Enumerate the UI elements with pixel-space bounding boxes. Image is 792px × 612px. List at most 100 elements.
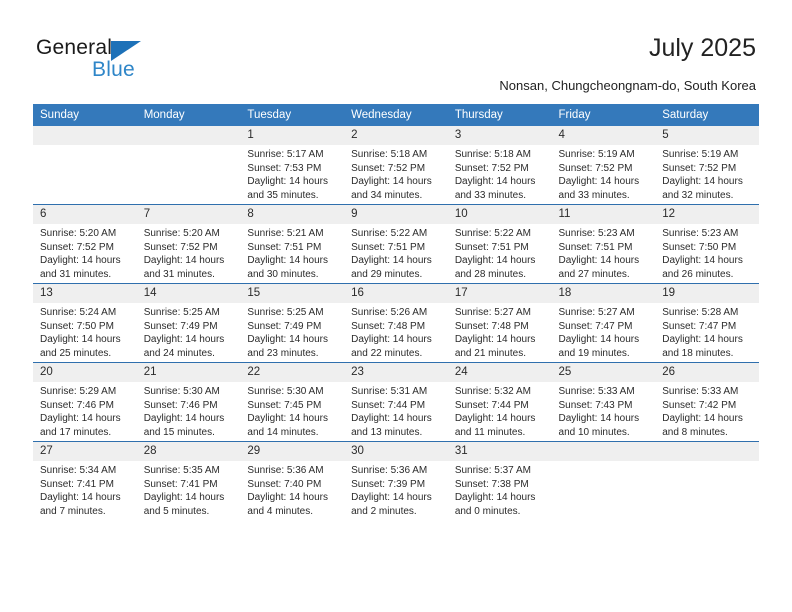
sunset-text: Sunset: 7:48 PM [351,320,426,332]
sunset-text: Sunset: 7:47 PM [558,320,633,332]
day-number [136,126,241,145]
logo-text-general: General [36,36,113,59]
sunrise-text: Sunrise: 5:25 AM [247,307,324,318]
day-number: 12 [655,205,759,224]
weekday-header-saturday: Saturday [655,104,759,126]
sunset-text: Sunset: 7:44 PM [351,399,426,411]
weekday-header-monday: Monday [136,104,241,126]
sunset-text: Sunset: 7:41 PM [143,478,218,490]
calendar-day-cell[interactable]: 7 Sunrise: 5:20 AM Sunset: 7:52 PM Daylight… [136,204,241,284]
calendar-day-cell[interactable]: 29 Sunrise: 5:36 AM Sunset: 7:40 PM Dayligh… [240,441,345,520]
sunset-text: Sunset: 7:50 PM [40,320,114,332]
day-number: 29 [240,442,345,461]
calendar-day-cell[interactable]: 22 Sunrise: 5:30 AM Sunset: 7:45 PM Dayligh… [240,362,345,442]
sunset-text: Sunset: 7:46 PM [143,399,218,411]
calendar-week-row: 6 Sunrise: 5:20 AM Sunset: 7:52 PM Daylight… [33,204,759,284]
calendar-day-cell[interactable]: 5 Sunrise: 5:19 AM Sunset: 7:52 PM Daylight… [655,126,759,205]
sunrise-text: Sunrise: 5:28 AM [662,307,739,318]
day-details: Sunrise: 5:34 AM Sunset: 7:41 PM Daylight:… [33,461,137,518]
sunset-text: Sunset: 7:52 PM [454,162,529,174]
day-number: 5 [655,126,759,145]
sunrise-text: Sunrise: 5:20 AM [143,228,220,239]
sunrise-text: Sunrise: 5:26 AM [351,307,428,318]
day-details: Sunrise: 5:17 AM Sunset: 7:53 PM Daylight:… [240,145,344,202]
day-number: 4 [551,126,656,145]
sunrise-text: Sunrise: 5:18 AM [454,149,531,160]
sunrise-text: Sunrise: 5:22 AM [454,228,531,239]
sunset-text: Sunset: 7:48 PM [454,320,529,332]
sunset-text: Sunset: 7:45 PM [247,399,322,411]
calendar-day-cell[interactable]: 18 Sunrise: 5:27 AM Sunset: 7:47 PM Dayligh… [551,283,656,363]
day-number [33,126,137,145]
sunset-text: Sunset: 7:51 PM [247,241,322,253]
calendar-day-cell[interactable]: 11 Sunrise: 5:23 AM Sunset: 7:51 PM Dayligh… [551,204,656,284]
calendar-day-cell[interactable]: 8 Sunrise: 5:21 AM Sunset: 7:51 PM Daylight… [240,204,345,284]
sunrise-text: Sunrise: 5:35 AM [143,465,220,476]
weekday-header-sunday: Sunday [33,104,137,126]
daylight-text: Daylight: 14 hours and 7 minutes. [40,492,121,517]
calendar-day-cell[interactable]: 23 Sunrise: 5:31 AM Sunset: 7:44 PM Dayligh… [344,362,448,442]
day-details: Sunrise: 5:19 AM Sunset: 7:52 PM Daylight:… [655,145,759,202]
day-details: Sunrise: 5:37 AM Sunset: 7:38 PM Daylight:… [448,461,552,518]
sunrise-text: Sunrise: 5:36 AM [247,465,324,476]
daylight-text: Daylight: 14 hours and 33 minutes. [558,176,640,201]
calendar-day-cell[interactable]: 26 Sunrise: 5:33 AM Sunset: 7:42 PM Dayligh… [655,362,759,442]
calendar-day-cell[interactable]: 16 Sunrise: 5:26 AM Sunset: 7:48 PM Dayligh… [344,283,448,363]
day-details: Sunrise: 5:30 AM Sunset: 7:46 PM Daylight:… [137,382,241,439]
calendar-day-cell[interactable]: 2 Sunrise: 5:18 AM Sunset: 7:52 PM Daylight… [344,126,448,205]
sunrise-text: Sunrise: 5:19 AM [662,149,739,160]
calendar-day-cell[interactable]: 13 Sunrise: 5:24 AM Sunset: 7:50 PM Dayligh… [33,283,137,363]
sunset-text: Sunset: 7:51 PM [351,241,426,253]
sunrise-text: Sunrise: 5:23 AM [558,228,635,239]
day-details: Sunrise: 5:25 AM Sunset: 7:49 PM Daylight:… [137,303,241,360]
calendar-day-cell[interactable]: 6 Sunrise: 5:20 AM Sunset: 7:52 PM Daylight… [33,204,137,284]
calendar-day-cell[interactable]: 1 Sunrise: 5:17 AM Sunset: 7:53 PM Daylight… [240,126,345,205]
calendar-day-cell[interactable]: 27 Sunrise: 5:34 AM Sunset: 7:41 PM Dayligh… [33,441,137,520]
calendar-day-cell[interactable]: 10 Sunrise: 5:22 AM Sunset: 7:51 PM Dayligh… [447,204,552,284]
calendar-week-row: 13 Sunrise: 5:24 AM Sunset: 7:50 PM Dayligh… [33,283,759,363]
calendar-day-cell[interactable]: 15 Sunrise: 5:25 AM Sunset: 7:49 PM Dayligh… [240,283,345,363]
daylight-text: Daylight: 14 hours and 19 minutes. [558,334,640,359]
sunrise-text: Sunrise: 5:18 AM [351,149,428,160]
day-details: Sunrise: 5:30 AM Sunset: 7:45 PM Daylight:… [240,382,344,439]
calendar-header-row: Sunday Monday Tuesday Wednesday Thursday… [33,104,759,126]
general-blue-logo: General Blue [36,36,186,86]
sunrise-text: Sunrise: 5:30 AM [143,386,220,397]
sunrise-text: Sunrise: 5:20 AM [40,228,117,239]
sunset-text: Sunset: 7:46 PM [40,399,114,411]
calendar-week-row: 27 Sunrise: 5:34 AM Sunset: 7:41 PM Dayligh… [33,441,759,520]
calendar-day-cell[interactable]: 31 Sunrise: 5:37 AM Sunset: 7:38 PM Dayligh… [447,441,552,520]
daylight-text: Daylight: 14 hours and 4 minutes. [247,492,329,517]
calendar-day-cell[interactable]: 21 Sunrise: 5:30 AM Sunset: 7:46 PM Dayligh… [136,362,241,442]
sunset-text: Sunset: 7:53 PM [247,162,322,174]
calendar-day-cell[interactable]: 24 Sunrise: 5:32 AM Sunset: 7:44 PM Dayligh… [447,362,552,442]
day-details: Sunrise: 5:31 AM Sunset: 7:44 PM Daylight:… [344,382,448,439]
day-number: 13 [33,284,137,303]
calendar-day-cell[interactable]: 19 Sunrise: 5:28 AM Sunset: 7:47 PM Dayligh… [655,283,759,363]
daylight-text: Daylight: 14 hours and 11 minutes. [454,413,536,438]
day-details: Sunrise: 5:23 AM Sunset: 7:50 PM Daylight:… [655,224,759,281]
calendar-day-cell[interactable]: 28 Sunrise: 5:35 AM Sunset: 7:41 PM Dayligh… [136,441,241,520]
calendar-day-cell[interactable]: 3 Sunrise: 5:18 AM Sunset: 7:52 PM Daylight… [447,126,552,205]
daylight-text: Daylight: 14 hours and 30 minutes. [247,255,329,280]
daylight-text: Daylight: 14 hours and 10 minutes. [558,413,640,438]
day-number: 20 [33,363,137,382]
calendar-day-cell[interactable]: 20 Sunrise: 5:29 AM Sunset: 7:46 PM Dayligh… [33,362,137,442]
calendar-day-cell[interactable]: 30 Sunrise: 5:36 AM Sunset: 7:39 PM Dayligh… [344,441,448,520]
sunrise-sunset-calendar-table: Sunday Monday Tuesday Wednesday Thursday… [33,104,759,520]
daylight-text: Daylight: 14 hours and 0 minutes. [454,492,536,517]
day-details: Sunrise: 5:23 AM Sunset: 7:51 PM Daylight:… [552,224,656,281]
day-number: 16 [344,284,448,303]
sunrise-text: Sunrise: 5:23 AM [662,228,739,239]
calendar-day-cell[interactable]: 25 Sunrise: 5:33 AM Sunset: 7:43 PM Dayligh… [551,362,656,442]
calendar-day-cell[interactable]: 14 Sunrise: 5:25 AM Sunset: 7:49 PM Dayligh… [136,283,241,363]
calendar-day-cell[interactable]: 4 Sunrise: 5:19 AM Sunset: 7:52 PM Daylight… [551,126,656,205]
sunset-text: Sunset: 7:41 PM [40,478,114,490]
sunset-text: Sunset: 7:51 PM [558,241,633,253]
day-number: 2 [344,126,448,145]
sunset-text: Sunset: 7:49 PM [247,320,322,332]
daylight-text: Daylight: 14 hours and 32 minutes. [662,176,743,201]
calendar-day-cell[interactable]: 12 Sunrise: 5:23 AM Sunset: 7:50 PM Dayligh… [655,204,759,284]
calendar-day-cell[interactable]: 17 Sunrise: 5:27 AM Sunset: 7:48 PM Dayligh… [447,283,552,363]
calendar-day-cell[interactable]: 9 Sunrise: 5:22 AM Sunset: 7:51 PM Daylight… [344,204,448,284]
